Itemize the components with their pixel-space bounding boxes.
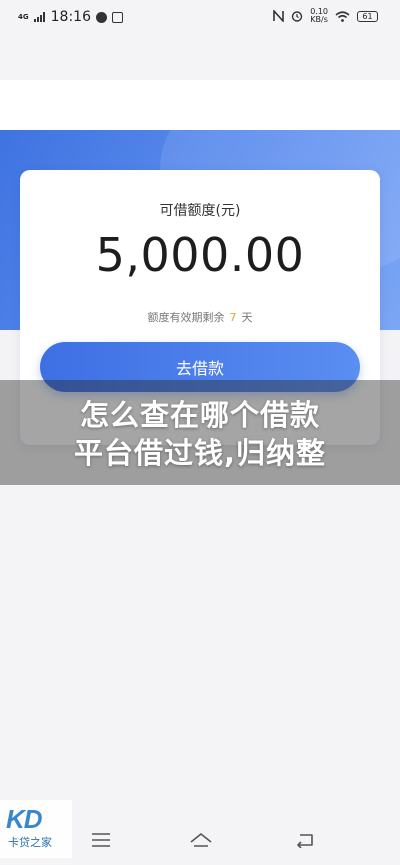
content-area — [0, 485, 400, 815]
watermark-logo: KD — [6, 804, 43, 834]
overlay-title-line-1: 怎么查在哪个借款 — [79, 398, 320, 432]
clock: 18:16 — [50, 9, 91, 25]
status-right: 0.10 KB/s 61 — [273, 8, 378, 24]
validity-note: 额度有效期剩余 7 天 — [20, 309, 380, 325]
validity-days: 7 — [229, 311, 237, 324]
status-bar: 4G 18:16 0.10 KB/s 61 — [0, 0, 400, 34]
credit-limit-amount: 5,000.00 — [95, 228, 305, 282]
watermark-text: 卡贷之家 — [8, 836, 52, 849]
app-notification-icon — [111, 11, 123, 23]
signal-icon — [33, 12, 45, 22]
header-band — [0, 80, 400, 130]
validity-suffix: 天 — [241, 311, 253, 324]
wifi-icon — [335, 10, 350, 22]
net-speed: 0.10 KB/s — [310, 8, 328, 24]
overlay-title: 怎么查在哪个借款 平台借过钱,归纳整 — [0, 396, 400, 472]
app-header — [0, 34, 400, 80]
home-icon[interactable] — [189, 832, 213, 848]
watermark: KD 卡贷之家 — [0, 800, 72, 858]
status-left: 4G 18:16 — [18, 9, 123, 25]
back-icon[interactable] — [294, 832, 316, 848]
signal-label: 4G — [18, 12, 29, 21]
menu-icon[interactable] — [90, 832, 112, 848]
validity-prefix: 额度有效期剩余 — [147, 311, 225, 324]
alarm-icon — [291, 11, 303, 22]
nfc-icon — [273, 10, 284, 22]
battery-indicator: 61 — [357, 10, 378, 22]
net-speed-unit: KB/s — [310, 15, 328, 24]
credit-limit-label: 可借额度(元) — [159, 203, 241, 219]
chat-notification-icon — [95, 11, 107, 23]
overlay-title-line-2: 平台借过钱,归纳整 — [73, 436, 327, 470]
